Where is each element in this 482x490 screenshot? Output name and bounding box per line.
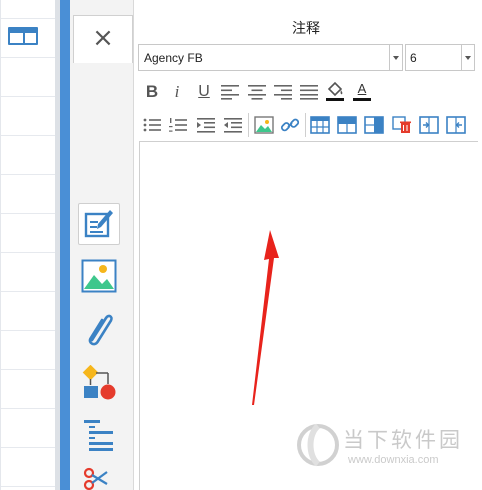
- image-tool-button[interactable]: [78, 255, 120, 297]
- align-right-icon: [274, 85, 292, 100]
- increase-indent-button[interactable]: [195, 114, 217, 136]
- insert-link-button[interactable]: [279, 114, 301, 136]
- table-icon: [310, 116, 330, 134]
- font-color-swatch: [353, 97, 371, 101]
- close-panel-button[interactable]: ×: [73, 15, 133, 63]
- table-column-icon: [364, 116, 384, 134]
- toolbar-separator: [305, 113, 306, 137]
- table-row-icon: [337, 116, 357, 134]
- bullet-list-icon: [143, 118, 161, 132]
- attachment-tool-button[interactable]: [78, 308, 120, 350]
- align-right-button[interactable]: [272, 81, 294, 103]
- chevron-down-icon[interactable]: [389, 45, 402, 70]
- annotation-arrow: [252, 230, 279, 405]
- align-left-icon: [221, 85, 239, 100]
- close-icon: ×: [92, 22, 114, 53]
- font-color-icon: A: [357, 80, 367, 96]
- watermark-brand: 当下软件园: [343, 428, 463, 452]
- merge-cells-button[interactable]: [418, 114, 440, 136]
- insert-column-button[interactable]: [363, 114, 385, 136]
- delete-table-button[interactable]: [391, 114, 413, 136]
- paint-bucket-icon: [326, 81, 344, 101]
- align-justify-icon: [300, 85, 318, 100]
- image-icon: [81, 259, 117, 293]
- cut-tool-button[interactable]: [78, 466, 120, 490]
- chevron-down-icon[interactable]: [461, 45, 474, 70]
- mindmap-canvas[interactable]: [0, 0, 55, 490]
- fill-color-button[interactable]: [324, 80, 346, 102]
- downxia-logo: [297, 423, 339, 467]
- canvas-border: [0, 0, 1, 490]
- insert-image-button[interactable]: [253, 114, 275, 136]
- note-tool-button[interactable]: [78, 203, 120, 245]
- split-cells-button[interactable]: [445, 114, 467, 136]
- delete-table-icon: [392, 116, 411, 133]
- numbered-list-button[interactable]: [167, 114, 189, 136]
- justify-button[interactable]: [298, 81, 320, 103]
- scissors-icon: [83, 467, 108, 490]
- merge-cells-icon: [419, 116, 439, 134]
- split-cells-icon: [446, 116, 466, 134]
- font-size-select[interactable]: 6: [405, 44, 475, 71]
- underline-icon: U: [198, 83, 210, 100]
- decrease-indent-button[interactable]: [222, 114, 244, 136]
- insert-table-button[interactable]: [309, 114, 331, 136]
- italic-icon: i: [174, 82, 180, 101]
- note-edit-icon: [84, 210, 113, 238]
- shapes-icon: [82, 365, 116, 400]
- outline-tool-button[interactable]: [78, 414, 120, 456]
- link-icon: [280, 118, 300, 132]
- underline-button[interactable]: U: [193, 81, 215, 103]
- font-family-select[interactable]: Agency FB: [138, 44, 403, 71]
- watermark-url: www.downxia.com: [348, 454, 439, 466]
- toolbar-separator: [248, 113, 249, 137]
- font-family-value: Agency FB: [144, 51, 203, 65]
- bold-button[interactable]: B: [141, 81, 163, 103]
- align-left-button[interactable]: [219, 81, 241, 103]
- font-color-button[interactable]: A: [351, 80, 373, 102]
- paperclip-icon: [88, 314, 113, 346]
- insert-image-icon: [254, 116, 274, 134]
- italic-button[interactable]: i: [166, 81, 188, 103]
- align-center-button[interactable]: [246, 81, 268, 103]
- insert-row-button[interactable]: [336, 114, 358, 136]
- panel-resize-handle[interactable]: [60, 0, 70, 490]
- numbered-list-icon: [169, 118, 187, 132]
- align-center-icon: [248, 85, 266, 100]
- bold-icon: B: [145, 82, 159, 101]
- panel-title: 注释: [292, 21, 320, 37]
- table-view-icon[interactable]: [8, 27, 38, 45]
- outline-list-icon: [84, 420, 113, 451]
- font-size-value: 6: [410, 51, 417, 65]
- shapes-tool-button[interactable]: [78, 362, 120, 404]
- bullet-list-button[interactable]: [141, 114, 163, 136]
- watermark: 当下软件园 www.downxia.com: [296, 420, 476, 472]
- indent-icon: [197, 118, 215, 133]
- outdent-icon: [224, 118, 242, 133]
